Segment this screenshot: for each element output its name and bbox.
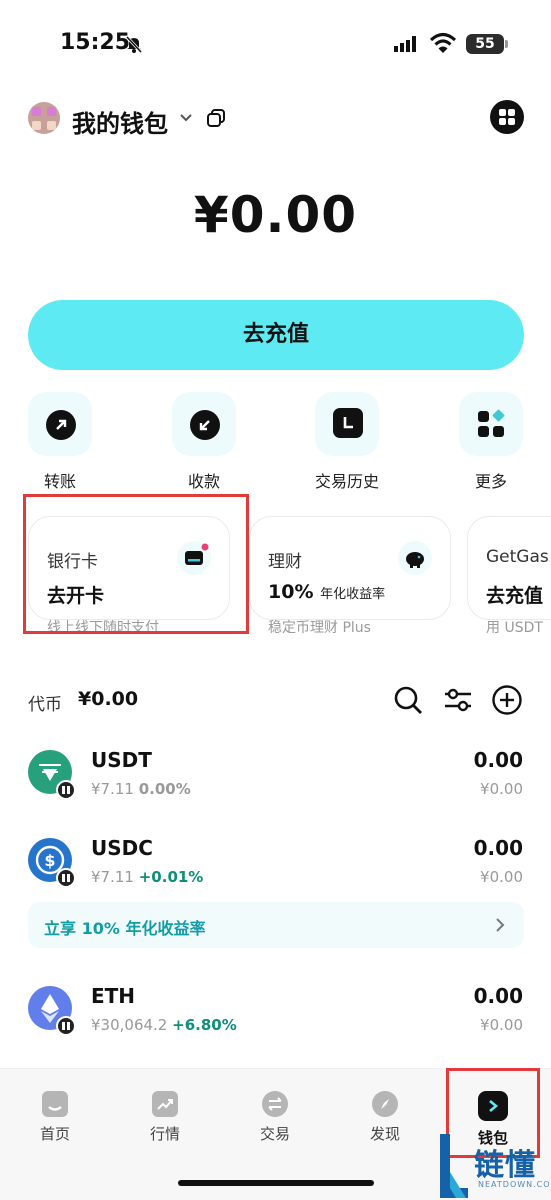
tab-market[interactable]: 行情 xyxy=(125,1091,205,1144)
token-name: USDT xyxy=(91,748,152,772)
token-value: ¥0.00 xyxy=(480,780,523,798)
status-time: 15:25 xyxy=(60,30,131,55)
token-change: 0.00% xyxy=(138,780,191,798)
watermark-text: 链懂 xyxy=(474,1148,536,1183)
tab-label: 首页 xyxy=(39,1125,70,1143)
token-row-usdt[interactable]: USDT ¥7.11 0.00% 0.00 ¥0.00 xyxy=(0,748,551,820)
home-icon xyxy=(42,1091,68,1117)
action-icon-box xyxy=(459,392,523,456)
earn-promo-banner[interactable]: 立享 10% 年化收益率 xyxy=(28,902,524,948)
tokens-label: 代币 xyxy=(28,695,62,715)
token-row-usdc[interactable]: $ USDC ¥7.11 +0.01% 0.00 ¥0.00 xyxy=(0,836,551,908)
arrow-down-left-icon xyxy=(190,410,224,442)
tab-trade[interactable]: 交易 xyxy=(235,1091,315,1144)
compass-icon xyxy=(372,1091,398,1117)
promo-text: 立享 10% 年化收益率 xyxy=(44,919,206,938)
piggy-bank-icon xyxy=(398,541,432,575)
avatar[interactable] xyxy=(28,102,60,134)
tab-discover[interactable]: 发现 xyxy=(345,1091,425,1144)
chevron-down-icon[interactable] xyxy=(178,112,194,124)
highlight-box xyxy=(23,494,249,634)
chevron-right-icon xyxy=(496,918,505,932)
filter-icon[interactable] xyxy=(442,684,474,716)
token-value: ¥0.00 xyxy=(480,1016,523,1034)
getgas-card[interactable]: GetGas 去充值 用 USDT xyxy=(467,516,551,636)
card-main: 去充值 xyxy=(486,585,544,607)
action-transfer[interactable]: 转账 xyxy=(15,392,105,492)
tab-label: 行情 xyxy=(149,1125,180,1143)
swap-icon xyxy=(262,1091,288,1117)
card-title: GetGas xyxy=(486,547,549,567)
tab-home[interactable]: 首页 xyxy=(15,1091,95,1144)
battery-indicator: 55 xyxy=(466,34,508,54)
action-more[interactable]: 更多 xyxy=(446,392,536,492)
token-price-value: ¥7.11 xyxy=(91,780,134,798)
token-price-value: ¥30,064.2 xyxy=(91,1016,168,1034)
signal-icon xyxy=(394,36,416,52)
token-change: +0.01% xyxy=(138,868,204,886)
chain-badge-icon xyxy=(56,1016,76,1036)
total-balance: ¥0.00 xyxy=(193,186,358,244)
home-indicator xyxy=(178,1180,374,1186)
token-name: ETH xyxy=(91,984,136,1008)
token-row-eth[interactable]: ETH ¥30,064.2 +6.80% 0.00 ¥0.00 xyxy=(0,984,551,1056)
bell-off-icon xyxy=(125,35,143,54)
token-name: USDC xyxy=(91,836,153,860)
trend-icon xyxy=(152,1091,178,1117)
chain-badge-icon xyxy=(56,868,76,888)
token-price: ¥7.11 +0.01% xyxy=(91,868,203,886)
action-history[interactable]: 交易历史 xyxy=(302,392,392,492)
token-price: ¥30,064.2 +6.80% xyxy=(91,1016,237,1034)
apy-label: 年化收益率 xyxy=(320,587,386,602)
action-icon-box xyxy=(315,392,379,456)
tokens-total: ¥0.00 xyxy=(78,688,139,710)
token-amount: 0.00 xyxy=(473,984,523,1008)
token-price: ¥7.11 0.00% xyxy=(91,780,191,798)
arrow-up-right-icon xyxy=(46,410,80,442)
card-main: 10% 年化收益率 xyxy=(268,581,385,603)
recharge-button[interactable]: 去充值 xyxy=(28,300,524,370)
chain-badge-icon xyxy=(56,780,76,800)
search-icon[interactable] xyxy=(392,684,424,716)
earn-card[interactable]: 理财 10% 年化收益率 稳定币理财 Plus xyxy=(249,516,451,636)
add-token-icon[interactable] xyxy=(491,684,523,716)
action-label: 交易历史 xyxy=(314,472,379,491)
card-subtitle: 用 USDT xyxy=(486,620,543,636)
action-label: 更多 xyxy=(474,472,507,491)
token-amount: 0.00 xyxy=(473,836,523,860)
wallet-header: 我的钱包 xyxy=(0,96,551,142)
token-price-value: ¥7.11 xyxy=(91,868,134,886)
tab-label: 交易 xyxy=(259,1125,290,1143)
status-bar: 15:25 55 xyxy=(0,0,551,90)
copy-icon[interactable] xyxy=(206,108,226,128)
action-label: 收款 xyxy=(187,472,220,491)
svg-text:$: $ xyxy=(44,851,55,870)
tokens-header: 代币 ¥0.00 xyxy=(0,684,551,718)
action-icon-box xyxy=(28,392,92,456)
token-value: ¥0.00 xyxy=(480,868,523,886)
watermark: 链懂 NEATDOWN.COM xyxy=(436,1132,551,1200)
action-icon-box xyxy=(172,392,236,456)
wifi-icon xyxy=(430,32,456,53)
watermark-subtext: NEATDOWN.COM xyxy=(478,1180,551,1189)
card-title: 理财 xyxy=(268,552,302,572)
grid-icon xyxy=(478,409,505,437)
watermark-logo-icon xyxy=(440,1134,468,1198)
apy-value: 10% xyxy=(268,581,314,603)
token-amount: 0.00 xyxy=(473,748,523,772)
quick-actions: 转账 收款 交易历史 更多 xyxy=(0,392,551,492)
action-label: 转账 xyxy=(43,472,76,491)
clock-icon xyxy=(333,408,366,441)
wallet-selector[interactable]: 我的钱包 xyxy=(72,104,168,139)
action-receive[interactable]: 收款 xyxy=(159,392,249,492)
token-change: +6.80% xyxy=(172,1016,237,1034)
card-subtitle: 稳定币理财 Plus xyxy=(268,620,371,636)
apps-button[interactable] xyxy=(490,100,524,134)
tab-label: 发现 xyxy=(369,1125,400,1143)
